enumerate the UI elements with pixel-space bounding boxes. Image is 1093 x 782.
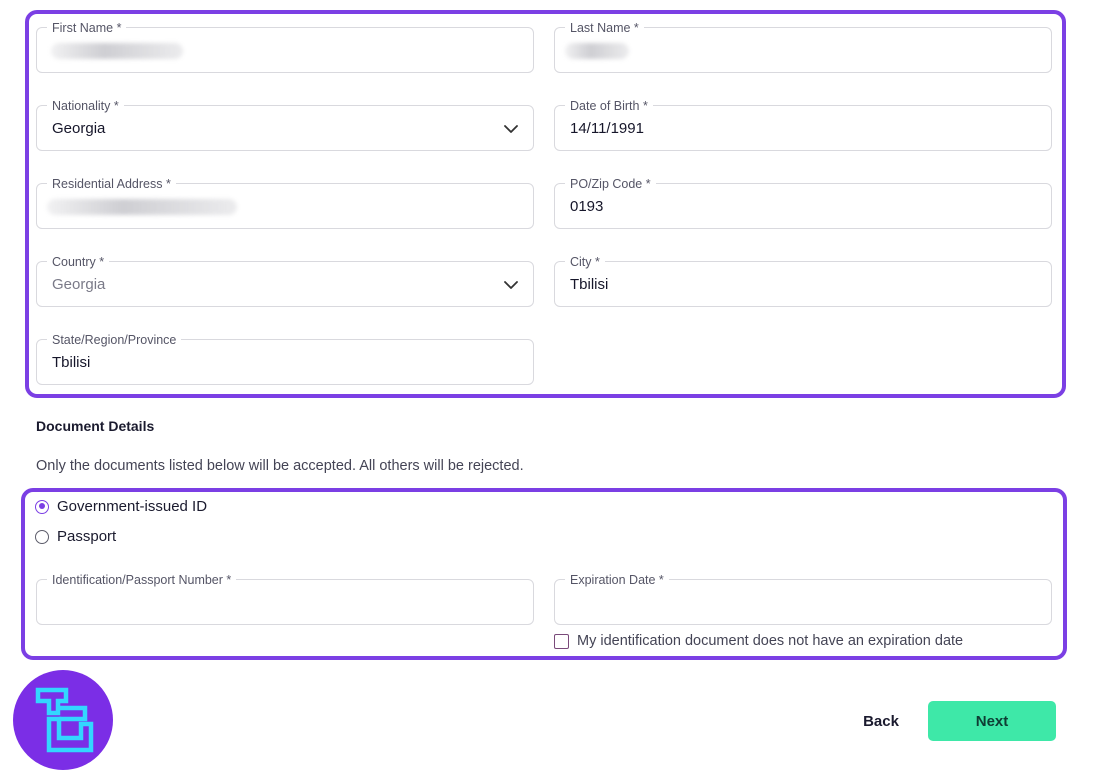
country-value: Georgia	[52, 276, 106, 293]
chevron-down-icon[interactable]	[503, 122, 519, 136]
document-details-note: Only the documents listed below will be …	[36, 458, 524, 474]
zip-code-label: PO/Zip Code *	[565, 176, 656, 192]
document-details-title: Document Details	[36, 418, 155, 434]
expiration-date-label: Expiration Date *	[565, 572, 669, 588]
country-select[interactable]: Country * Georgia	[36, 254, 534, 307]
date-of-birth-label: Date of Birth *	[565, 98, 653, 114]
expiration-date-field[interactable]: Expiration Date *	[554, 572, 1052, 625]
nationality-value: Georgia	[52, 120, 106, 137]
chevron-down-icon[interactable]	[503, 278, 519, 292]
city-label: City *	[565, 254, 605, 270]
radio-unselected-icon[interactable]	[35, 529, 49, 544]
tc-logo	[13, 670, 113, 770]
residential-address-label: Residential Address *	[47, 176, 176, 192]
id-number-field[interactable]: Identification/Passport Number *	[36, 572, 534, 625]
date-of-birth-field[interactable]: Date of Birth * 14/11/1991	[554, 98, 1052, 151]
state-value: Tbilisi	[52, 354, 91, 371]
no-expiration-label: My identification document does not have…	[577, 633, 964, 649]
id-number-label: Identification/Passport Number *	[47, 572, 237, 588]
radio-label: Government-issued ID	[57, 498, 208, 515]
residential-address-field[interactable]: Residential Address *	[36, 176, 534, 229]
redacted-value	[47, 199, 237, 215]
first-name-label: First Name *	[47, 20, 127, 36]
back-button[interactable]: Back	[850, 704, 912, 738]
logo-mark-icon	[35, 687, 94, 753]
state-field[interactable]: State/Region/Province Tbilisi	[36, 332, 534, 385]
zip-code-field[interactable]: PO/Zip Code * 0193	[554, 176, 1052, 229]
radio-selected-icon[interactable]	[35, 499, 49, 514]
city-value: Tbilisi	[570, 276, 609, 293]
first-name-field[interactable]: First Name *	[36, 20, 534, 73]
redacted-value	[51, 43, 183, 59]
no-expiration-checkbox[interactable]	[554, 633, 569, 649]
zip-code-value: 0193	[570, 198, 604, 215]
last-name-field[interactable]: Last Name *	[554, 20, 1052, 73]
nationality-select[interactable]: Nationality * Georgia	[36, 98, 534, 151]
state-label: State/Region/Province	[47, 332, 182, 348]
last-name-label: Last Name *	[565, 20, 644, 36]
country-label: Country *	[47, 254, 110, 270]
radio-passport[interactable]: Passport	[35, 528, 116, 545]
radio-label: Passport	[57, 528, 117, 545]
next-button[interactable]: Next	[928, 701, 1056, 741]
no-expiration-checkbox-row[interactable]: My identification document does not have…	[554, 633, 963, 649]
nationality-label: Nationality *	[47, 98, 124, 114]
city-field[interactable]: City * Tbilisi	[554, 254, 1052, 307]
date-of-birth-value: 14/11/1991	[570, 120, 644, 137]
radio-government-id[interactable]: Government-issued ID	[35, 498, 207, 515]
redacted-value	[565, 43, 629, 59]
